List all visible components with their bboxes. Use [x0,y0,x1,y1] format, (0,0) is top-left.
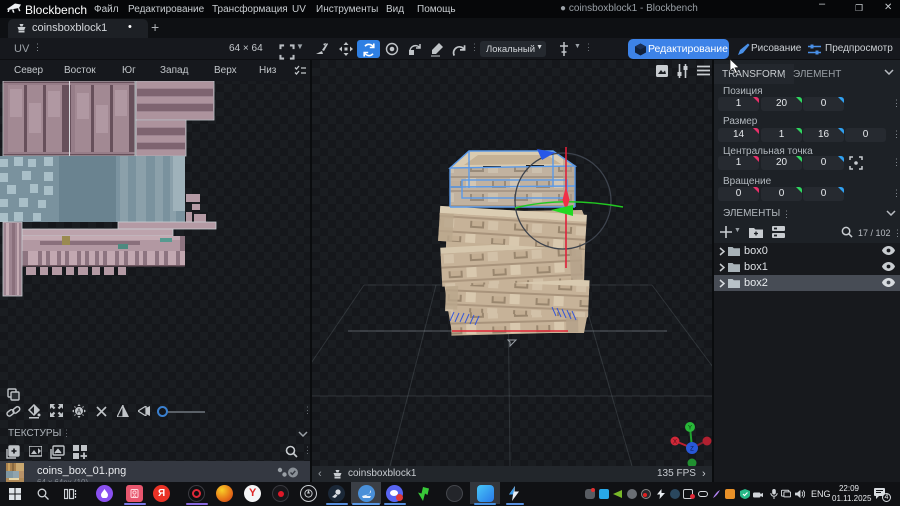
svg-text:X: X [673,440,677,446]
svg-text:Y: Y [688,426,692,432]
svg-text:Z: Z [690,447,694,453]
svg-text:A: A [77,409,82,416]
